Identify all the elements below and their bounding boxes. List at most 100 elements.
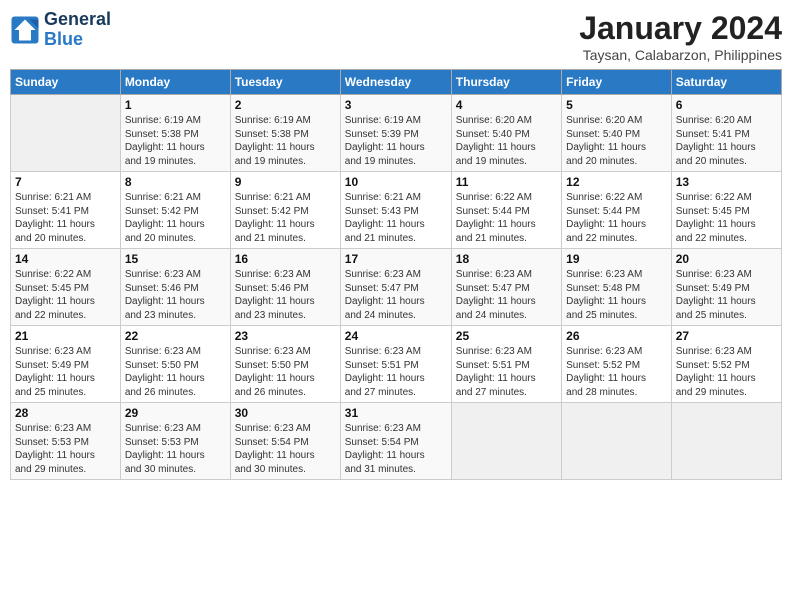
day-cell: 12 Sunrise: 6:22 AM Sunset: 5:44 PM Dayli… <box>562 172 672 249</box>
day-info: Sunrise: 6:23 AM Sunset: 5:50 PM Dayligh… <box>235 345 336 399</box>
day-info: Sunrise: 6:21 AM Sunset: 5:42 PM Dayligh… <box>235 191 336 245</box>
day-info: Sunrise: 6:21 AM Sunset: 5:42 PM Dayligh… <box>125 191 226 245</box>
title-block: January 2024 Taysan, Calabarzon, Philipp… <box>579 10 782 63</box>
day-info: Sunrise: 6:23 AM Sunset: 5:52 PM Dayligh… <box>676 345 777 399</box>
day-cell <box>11 95 121 172</box>
day-info: Sunrise: 6:23 AM Sunset: 5:51 PM Dayligh… <box>345 345 447 399</box>
day-cell: 29Sunrise: 6:23 AM Sunset: 5:53 PM Dayli… <box>120 403 230 480</box>
day-number: 20 <box>676 252 777 266</box>
day-info: Sunrise: 6:22 AM Sunset: 5:45 PM Dayligh… <box>676 191 777 245</box>
day-cell: 17 Sunrise: 6:23 AM Sunset: 5:47 PM Dayli… <box>340 249 451 326</box>
day-info: Sunrise: 6:19 AM Sunset: 5:38 PM Dayligh… <box>125 114 226 168</box>
day-info: Sunrise: 6:23 AM Sunset: 5:49 PM Dayligh… <box>15 345 116 399</box>
day-cell <box>451 403 561 480</box>
day-number: 23 <box>235 329 336 343</box>
day-info: Sunrise: 6:23 AM Sunset: 5:48 PM Dayligh… <box>566 268 667 322</box>
day-info: Sunrise: 6:23 AM Sunset: 5:47 PM Dayligh… <box>456 268 557 322</box>
day-info: Sunrise: 6:23 AM Sunset: 5:49 PM Dayligh… <box>676 268 777 322</box>
day-number: 5 <box>566 98 667 112</box>
day-info: Sunrise: 6:22 AM Sunset: 5:44 PM Dayligh… <box>566 191 667 245</box>
day-number: 19 <box>566 252 667 266</box>
header-tuesday: Tuesday <box>230 70 340 95</box>
week-row-4: 21Sunrise: 6:23 AM Sunset: 5:49 PM Dayli… <box>11 326 782 403</box>
day-cell: 20 Sunrise: 6:23 AM Sunset: 5:49 PM Dayli… <box>671 249 781 326</box>
day-cell: 18 Sunrise: 6:23 AM Sunset: 5:47 PM Dayli… <box>451 249 561 326</box>
day-cell: 19 Sunrise: 6:23 AM Sunset: 5:48 PM Dayli… <box>562 249 672 326</box>
day-number: 24 <box>345 329 447 343</box>
day-info: Sunrise: 6:19 AM Sunset: 5:38 PM Dayligh… <box>235 114 336 168</box>
calendar-subtitle: Taysan, Calabarzon, Philippines <box>579 47 782 63</box>
day-number: 1 <box>125 98 226 112</box>
day-number: 12 <box>566 175 667 189</box>
calendar-header-row: SundayMondayTuesdayWednesdayThursdayFrid… <box>11 70 782 95</box>
day-cell: 13 Sunrise: 6:22 AM Sunset: 5:45 PM Dayli… <box>671 172 781 249</box>
day-info: Sunrise: 6:23 AM Sunset: 5:54 PM Dayligh… <box>235 422 336 476</box>
day-number: 13 <box>676 175 777 189</box>
day-number: 28 <box>15 406 116 420</box>
day-cell: 3 Sunrise: 6:19 AM Sunset: 5:39 PM Daylig… <box>340 95 451 172</box>
header-friday: Friday <box>562 70 672 95</box>
day-cell: 2Sunrise: 6:19 AM Sunset: 5:38 PM Daylig… <box>230 95 340 172</box>
day-number: 9 <box>235 175 336 189</box>
day-number: 3 <box>345 98 447 112</box>
day-cell: 24 Sunrise: 6:23 AM Sunset: 5:51 PM Dayli… <box>340 326 451 403</box>
calendar-body: 1 Sunrise: 6:19 AM Sunset: 5:38 PM Daylig… <box>11 95 782 480</box>
week-row-5: 28 Sunrise: 6:23 AM Sunset: 5:53 PM Dayli… <box>11 403 782 480</box>
week-row-2: 7 Sunrise: 6:21 AM Sunset: 5:41 PM Daylig… <box>11 172 782 249</box>
day-number: 25 <box>456 329 557 343</box>
logo: General Blue <box>10 10 111 50</box>
day-info: Sunrise: 6:21 AM Sunset: 5:41 PM Dayligh… <box>15 191 116 245</box>
day-info: Sunrise: 6:23 AM Sunset: 5:51 PM Dayligh… <box>456 345 557 399</box>
day-number: 7 <box>15 175 116 189</box>
day-number: 11 <box>456 175 557 189</box>
day-cell: 4 Sunrise: 6:20 AM Sunset: 5:40 PM Daylig… <box>451 95 561 172</box>
day-info: Sunrise: 6:23 AM Sunset: 5:47 PM Dayligh… <box>345 268 447 322</box>
logo-general: General <box>44 10 111 30</box>
day-cell: 25 Sunrise: 6:23 AM Sunset: 5:51 PM Dayli… <box>451 326 561 403</box>
day-cell: 21Sunrise: 6:23 AM Sunset: 5:49 PM Dayli… <box>11 326 121 403</box>
day-cell: 11Sunrise: 6:22 AM Sunset: 5:44 PM Dayli… <box>451 172 561 249</box>
day-number: 8 <box>125 175 226 189</box>
header-saturday: Saturday <box>671 70 781 95</box>
day-number: 22 <box>125 329 226 343</box>
day-number: 15 <box>125 252 226 266</box>
logo-blue: Blue <box>44 29 83 49</box>
day-number: 6 <box>676 98 777 112</box>
day-info: Sunrise: 6:23 AM Sunset: 5:46 PM Dayligh… <box>125 268 226 322</box>
header-monday: Monday <box>120 70 230 95</box>
day-number: 14 <box>15 252 116 266</box>
day-number: 18 <box>456 252 557 266</box>
day-cell: 10 Sunrise: 6:21 AM Sunset: 5:43 PM Dayli… <box>340 172 451 249</box>
day-number: 4 <box>456 98 557 112</box>
day-number: 17 <box>345 252 447 266</box>
day-cell: 28 Sunrise: 6:23 AM Sunset: 5:53 PM Dayli… <box>11 403 121 480</box>
day-info: Sunrise: 6:23 AM Sunset: 5:52 PM Dayligh… <box>566 345 667 399</box>
day-cell: 9 Sunrise: 6:21 AM Sunset: 5:42 PM Daylig… <box>230 172 340 249</box>
day-info: Sunrise: 6:23 AM Sunset: 5:53 PM Dayligh… <box>125 422 226 476</box>
day-info: Sunrise: 6:23 AM Sunset: 5:46 PM Dayligh… <box>235 268 336 322</box>
day-cell: 14Sunrise: 6:22 AM Sunset: 5:45 PM Dayli… <box>11 249 121 326</box>
day-cell: 23 Sunrise: 6:23 AM Sunset: 5:50 PM Dayli… <box>230 326 340 403</box>
header-thursday: Thursday <box>451 70 561 95</box>
day-info: Sunrise: 6:20 AM Sunset: 5:40 PM Dayligh… <box>456 114 557 168</box>
day-info: Sunrise: 6:21 AM Sunset: 5:43 PM Dayligh… <box>345 191 447 245</box>
day-cell: 8 Sunrise: 6:21 AM Sunset: 5:42 PM Daylig… <box>120 172 230 249</box>
day-cell: 16Sunrise: 6:23 AM Sunset: 5:46 PM Dayli… <box>230 249 340 326</box>
day-cell: 1 Sunrise: 6:19 AM Sunset: 5:38 PM Daylig… <box>120 95 230 172</box>
day-info: Sunrise: 6:19 AM Sunset: 5:39 PM Dayligh… <box>345 114 447 168</box>
calendar-title: January 2024 <box>579 10 782 47</box>
day-cell: 15 Sunrise: 6:23 AM Sunset: 5:46 PM Dayli… <box>120 249 230 326</box>
header-wednesday: Wednesday <box>340 70 451 95</box>
day-number: 26 <box>566 329 667 343</box>
day-cell: 22Sunrise: 6:23 AM Sunset: 5:50 PM Dayli… <box>120 326 230 403</box>
day-cell: 26 Sunrise: 6:23 AM Sunset: 5:52 PM Dayli… <box>562 326 672 403</box>
header-sunday: Sunday <box>11 70 121 95</box>
day-info: Sunrise: 6:23 AM Sunset: 5:53 PM Dayligh… <box>15 422 116 476</box>
week-row-1: 1 Sunrise: 6:19 AM Sunset: 5:38 PM Daylig… <box>11 95 782 172</box>
day-cell: 27 Sunrise: 6:23 AM Sunset: 5:52 PM Dayli… <box>671 326 781 403</box>
day-cell: 5Sunrise: 6:20 AM Sunset: 5:40 PM Daylig… <box>562 95 672 172</box>
day-number: 27 <box>676 329 777 343</box>
day-cell: 6Sunrise: 6:20 AM Sunset: 5:41 PM Daylig… <box>671 95 781 172</box>
day-number: 31 <box>345 406 447 420</box>
day-number: 10 <box>345 175 447 189</box>
